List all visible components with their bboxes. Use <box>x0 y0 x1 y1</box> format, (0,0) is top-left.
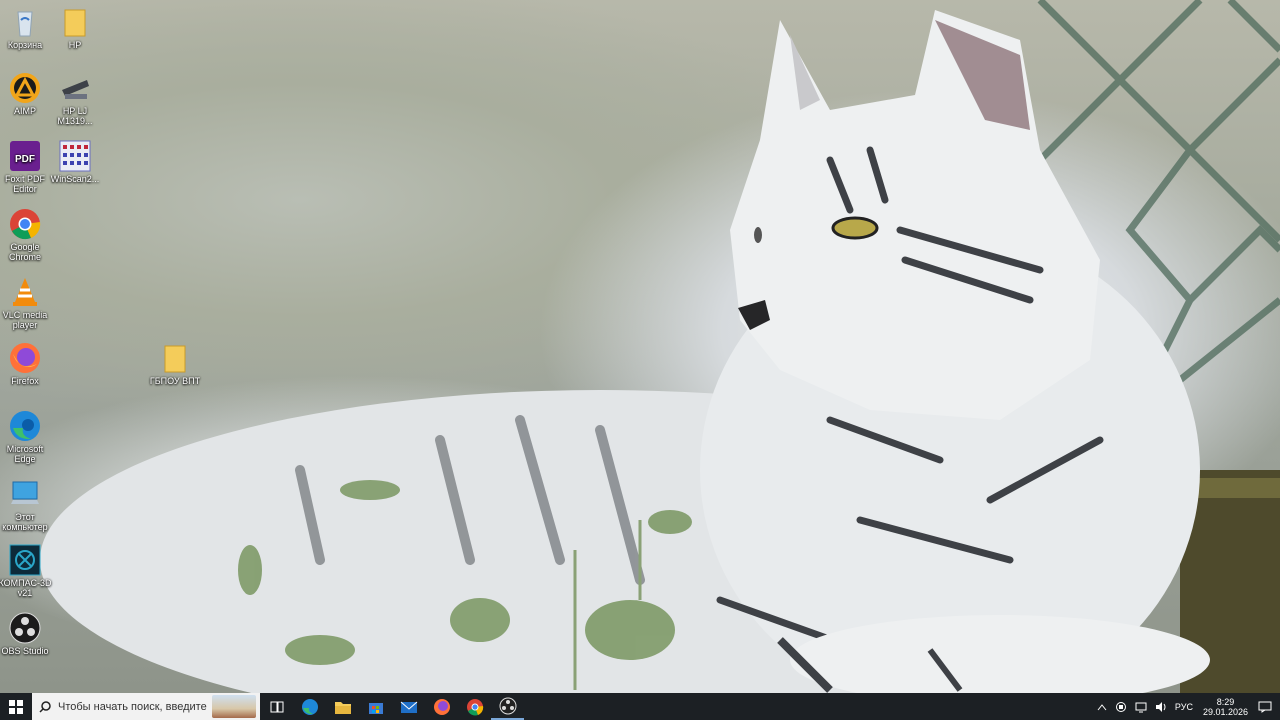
firefox-icon <box>9 342 41 374</box>
desktop-icon-winscan[interactable]: WinScan2... <box>48 140 102 184</box>
show-hidden-icons-button[interactable] <box>1097 703 1107 711</box>
taskbar-search-box[interactable]: Чтобы начать поиск, введите <box>32 693 260 720</box>
this-pc-icon <box>9 478 41 510</box>
edge-icon <box>9 410 41 442</box>
store-icon <box>368 702 383 714</box>
clock-time: 8:29 <box>1216 696 1235 707</box>
search-placeholder: Чтобы начать поиск, введите <box>58 700 207 713</box>
volume-button[interactable] <box>1155 701 1167 713</box>
desktop-icon-firefox[interactable]: Firefox <box>0 342 52 386</box>
kompas-icon <box>9 544 41 576</box>
task-view-icon <box>270 701 283 712</box>
firefox-icon <box>433 698 450 715</box>
search-icon <box>32 700 58 713</box>
taskbar-file-explorer[interactable] <box>326 693 359 720</box>
taskbar-chrome[interactable] <box>458 693 491 720</box>
folder-icon <box>159 342 191 374</box>
desktop-icon-vlc[interactable]: VLC media player <box>0 276 52 330</box>
desktop-icon-hp-folder[interactable]: HP <box>48 6 102 50</box>
task-view-button[interactable] <box>260 693 293 720</box>
desktop-icon-kompas[interactable]: КОМПАС-3D v21 <box>0 544 52 598</box>
taskbar-edge[interactable] <box>293 693 326 720</box>
chrome-icon <box>9 208 41 240</box>
desktop-icon-aimp[interactable]: AIMP <box>0 72 52 116</box>
folder-icon <box>59 6 91 38</box>
taskbar-obs[interactable] <box>491 693 524 720</box>
aimp-icon <box>9 72 41 104</box>
mail-icon <box>400 701 417 713</box>
clock[interactable]: 8:29 29.01.2026 <box>1203 697 1248 717</box>
taskbar-mail[interactable] <box>392 693 425 720</box>
desktop-icon-recycle-bin[interactable]: Корзина <box>0 6 52 50</box>
desktop-icon-hp-scanner[interactable]: HP LJ M1319... <box>48 72 102 126</box>
notification-icon <box>1258 701 1272 713</box>
desktop-icon-foxit[interactable]: PDF Foxit PDF Editor <box>0 140 52 194</box>
svg-text:PDF: PDF <box>15 154 35 165</box>
obs-icon <box>9 612 41 644</box>
chrome-icon <box>466 698 483 716</box>
network-icon <box>1135 702 1147 712</box>
clock-date: 29.01.2026 <box>1202 706 1248 717</box>
foxit-pdf-icon: PDF <box>9 140 41 172</box>
winscan-icon <box>59 140 91 172</box>
search-highlight-image <box>212 695 256 718</box>
scanner-icon <box>59 72 91 104</box>
speaker-icon <box>1155 701 1166 712</box>
desktop-icon-this-pc[interactable]: Этот компьютер <box>0 478 52 532</box>
taskbar: Чтобы начать поиск, введите РУС 8:29 29.… <box>0 693 1280 720</box>
edge-icon <box>301 698 318 715</box>
taskbar-store[interactable] <box>359 693 392 720</box>
chevron-up-icon <box>1097 703 1107 710</box>
file-explorer-icon <box>334 701 351 714</box>
windows-logo-icon <box>9 699 23 714</box>
desktop-icon-chrome[interactable]: Google Chrome <box>0 208 52 262</box>
taskbar-firefox[interactable] <box>425 693 458 720</box>
desktop-icon-obs[interactable]: OBS Studio <box>0 612 52 656</box>
recycle-bin-icon <box>9 6 41 38</box>
vlc-icon <box>9 276 41 308</box>
tray-app-icon[interactable] <box>1115 701 1127 713</box>
desktop-icon-edge[interactable]: Microsoft Edge <box>0 410 52 464</box>
obs-icon <box>499 697 516 714</box>
tray-circle-icon <box>1115 701 1126 712</box>
system-tray: РУС 8:29 29.01.2026 <box>1093 693 1280 720</box>
language-indicator[interactable]: РУС <box>1175 702 1193 712</box>
network-button[interactable] <box>1135 701 1147 713</box>
notification-center-button[interactable] <box>1258 701 1272 713</box>
start-button[interactable] <box>0 693 32 720</box>
desktop-icon-gbpou-folder[interactable]: ГБПОУ ВПТ <box>148 342 202 386</box>
